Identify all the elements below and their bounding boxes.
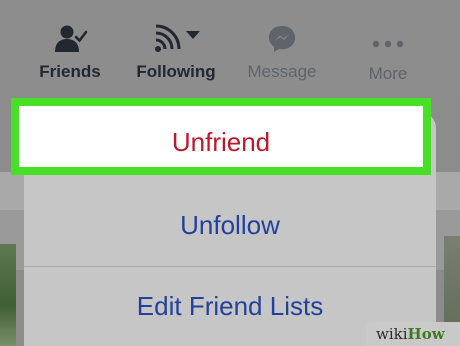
message-button[interactable]: Message [234,22,330,82]
friends-button[interactable]: Friends [22,22,118,82]
more-button[interactable]: More [340,22,436,84]
profile-action-bar: Friends Following Message More [0,0,460,96]
following-label: Following [136,62,216,81]
message-label: Message [247,62,317,81]
menu-divider [24,266,436,267]
more-dots-icon [340,22,436,56]
friends-label: Friends [39,62,101,81]
unfriend-option[interactable]: Unfriend [19,129,423,155]
following-button[interactable]: Following [128,22,224,82]
rss-following-icon [128,22,224,56]
unfriend-highlight: Unfriend [11,98,431,175]
friends-check-icon [22,22,118,56]
watermark-text-part1: wiki [376,325,408,343]
wikihow-watermark: wikiHow [366,322,460,346]
unfollow-option[interactable]: Unfollow [24,212,436,238]
edit-friend-lists-option[interactable]: Edit Friend Lists [24,293,436,319]
more-label: More [368,64,408,83]
watermark-text-part2: How [407,325,445,343]
background-photo [0,244,16,346]
messenger-icon [234,22,330,56]
